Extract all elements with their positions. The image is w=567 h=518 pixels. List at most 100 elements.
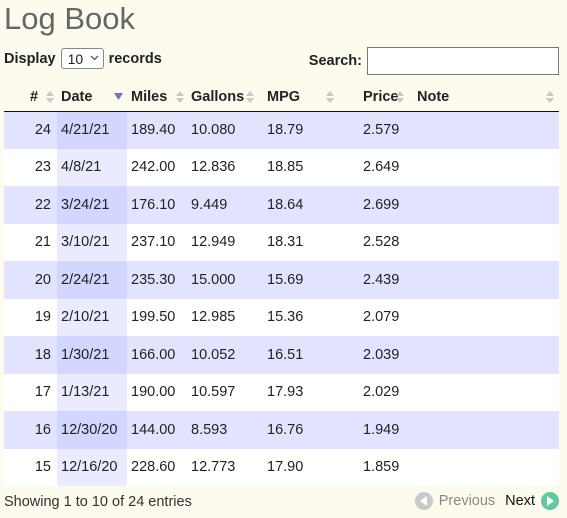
cell-date: 4/21/21: [57, 111, 127, 149]
cell-date: 12/30/20: [57, 411, 127, 449]
cell-mpg: 17.93: [257, 373, 337, 411]
column-header-date[interactable]: Date: [57, 83, 127, 112]
cell-number: 16: [4, 411, 57, 449]
cell-note: [407, 298, 559, 336]
table-info: Showing 1 to 10 of 24 entries: [4, 494, 192, 510]
sort-both-icon: [45, 91, 55, 104]
cell-date: 1/30/21: [57, 336, 127, 374]
cell-mpg: 15.36: [257, 298, 337, 336]
cell-price: 2.579: [337, 111, 407, 149]
cell-price: 2.528: [337, 223, 407, 261]
table-row[interactable]: 20 2/24/21 235.30 15.000 15.69 2.439: [4, 261, 559, 299]
column-header-label: Miles: [131, 88, 168, 105]
table-row[interactable]: 23 4/8/21 242.00 12.836 18.85 2.649: [4, 148, 559, 186]
cell-price: 2.699: [337, 186, 407, 224]
cell-date: 2/10/21: [57, 298, 127, 336]
table-body: 24 4/21/21 189.40 10.080 18.79 2.579 23 4/8/21 2…: [4, 111, 559, 486]
search-input[interactable]: [367, 47, 559, 75]
cell-number: 20: [4, 261, 57, 299]
column-header-miles[interactable]: Miles: [127, 83, 187, 112]
previous-label: Previous: [438, 493, 496, 509]
cell-note: [407, 261, 559, 299]
length-suffix: records: [108, 50, 162, 67]
cell-gallons: 9.449: [187, 186, 257, 224]
table-row[interactable]: 19 2/10/21 199.50 12.985 15.36 2.079: [4, 298, 559, 336]
cell-miles: 189.40: [127, 111, 187, 149]
column-header-mpg[interactable]: MPG: [257, 83, 337, 112]
cell-price: 2.649: [337, 148, 407, 186]
cell-number: 15: [4, 448, 57, 486]
cell-miles: 166.00: [127, 336, 187, 374]
cell-gallons: 8.593: [187, 411, 257, 449]
next-button[interactable]: Next: [505, 492, 559, 510]
cell-date: 3/24/21: [57, 186, 127, 224]
app: Log Book Display 10 records Search: # Dat…: [0, 0, 567, 518]
table-row[interactable]: 18 1/30/21 166.00 10.052 16.51 2.039: [4, 336, 559, 374]
cell-miles: 235.30: [127, 261, 187, 299]
cell-price: 1.859: [337, 448, 407, 486]
cell-note: [407, 411, 559, 449]
table-header-row: # Date Miles Gallons MPG Price Note: [4, 83, 559, 112]
cell-miles: 199.50: [127, 298, 187, 336]
cell-miles: 228.60: [127, 448, 187, 486]
table-row[interactable]: 22 3/24/21 176.10 9.449 18.64 2.699: [4, 186, 559, 224]
cell-price: 2.039: [337, 336, 407, 374]
length-prefix: Display: [4, 50, 56, 67]
cell-note: [407, 186, 559, 224]
cell-miles: 190.00: [127, 373, 187, 411]
cell-price: 1.949: [337, 411, 407, 449]
cell-gallons: 10.052: [187, 336, 257, 374]
cell-number: 19: [4, 298, 57, 336]
cell-gallons: 12.836: [187, 148, 257, 186]
cell-note: [407, 373, 559, 411]
page-title: Log Book: [4, 1, 135, 36]
previous-button[interactable]: Previous: [414, 492, 496, 510]
column-header-note[interactable]: Note: [407, 83, 559, 112]
records-per-page-select[interactable]: 10: [60, 48, 104, 69]
chevron-down-icon: [90, 53, 99, 64]
cell-date: 3/10/21: [57, 223, 127, 261]
cell-number: 17: [4, 373, 57, 411]
column-header-label: Date: [61, 88, 93, 105]
sort-both-icon: [545, 91, 555, 104]
table-row[interactable]: 15 12/16/20 228.60 12.773 17.90 1.859: [4, 448, 559, 486]
cell-mpg: 18.64: [257, 186, 337, 224]
cell-note: [407, 148, 559, 186]
cell-price: 2.029: [337, 373, 407, 411]
cell-mpg: 17.90: [257, 448, 337, 486]
sort-both-icon: [325, 91, 335, 104]
cell-number: 21: [4, 223, 57, 261]
chevron-right-icon: [541, 492, 559, 510]
search-label: Search:: [308, 53, 362, 69]
cell-mpg: 18.31: [257, 223, 337, 261]
cell-miles: 144.00: [127, 411, 187, 449]
cell-price: 2.079: [337, 298, 407, 336]
cell-gallons: 12.949: [187, 223, 257, 261]
column-header-number[interactable]: #: [4, 83, 57, 112]
table-row[interactable]: 17 1/13/21 190.00 10.597 17.93 2.029: [4, 373, 559, 411]
cell-note: [407, 448, 559, 486]
column-header-label: Price: [363, 88, 399, 105]
cell-mpg: 16.51: [257, 336, 337, 374]
cell-note: [407, 223, 559, 261]
cell-gallons: 10.080: [187, 111, 257, 149]
pagination: Previous Next: [414, 492, 559, 510]
cell-gallons: 15.000: [187, 261, 257, 299]
cell-date: 1/13/21: [57, 373, 127, 411]
column-header-gallons[interactable]: Gallons: [187, 83, 257, 112]
sort-both-icon: [175, 91, 185, 104]
column-header-label: Gallons: [191, 88, 245, 105]
cell-miles: 242.00: [127, 148, 187, 186]
cell-note: [407, 336, 559, 374]
table-row[interactable]: 21 3/10/21 237.10 12.949 18.31 2.528: [4, 223, 559, 261]
table-row[interactable]: 16 12/30/20 144.00 8.593 16.76 1.949: [4, 411, 559, 449]
sort-both-icon: [245, 91, 255, 104]
log-table: # Date Miles Gallons MPG Price Note 24 4/21/21 1…: [4, 83, 559, 486]
cell-miles: 237.10: [127, 223, 187, 261]
cell-miles: 176.10: [127, 186, 187, 224]
cell-price: 2.439: [337, 261, 407, 299]
cell-date: 4/8/21: [57, 148, 127, 186]
next-label: Next: [505, 493, 535, 509]
column-header-price[interactable]: Price: [337, 83, 407, 112]
table-row[interactable]: 24 4/21/21 189.40 10.080 18.79 2.579: [4, 111, 559, 149]
